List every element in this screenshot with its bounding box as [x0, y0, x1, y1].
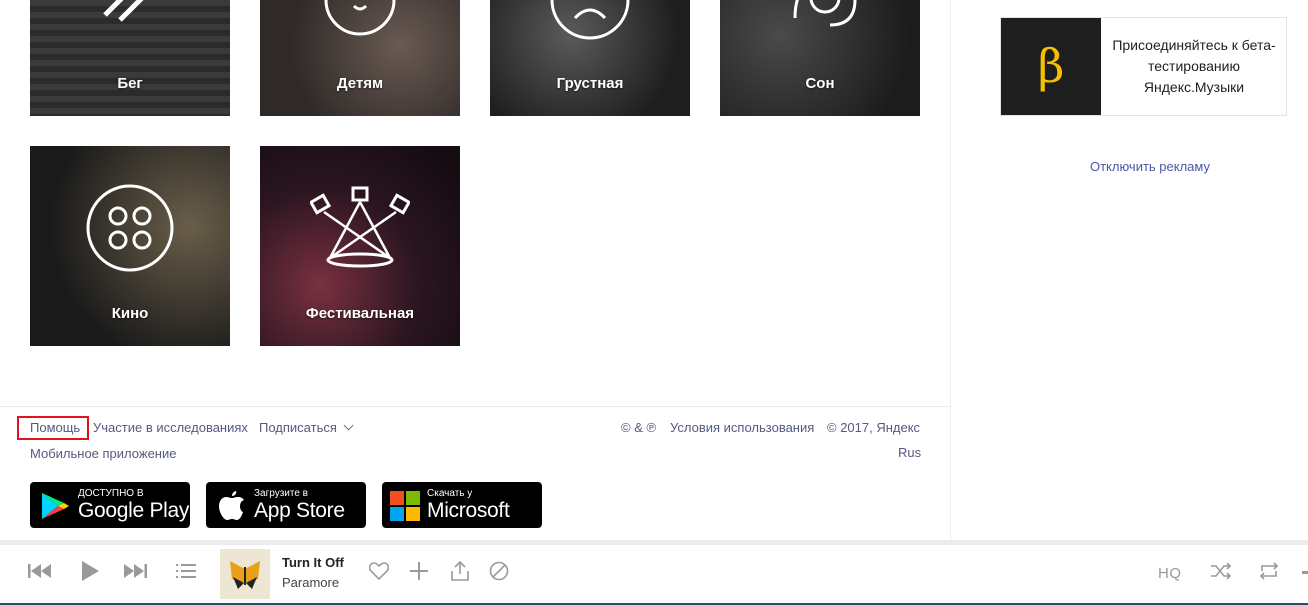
research-link[interactable]: Участие в исследованиях	[93, 420, 248, 435]
player-bar: Turn It Off Paramore HQ	[0, 545, 1308, 605]
plus-icon	[410, 562, 428, 580]
playlist-button[interactable]	[173, 558, 199, 584]
play-icon	[82, 561, 99, 581]
tile-label: Фестивальная	[305, 305, 415, 322]
heart-icon	[369, 562, 389, 580]
share-icon	[451, 561, 469, 581]
beta-banner-text: Присоединяйтесь к бета-тестированию Янде…	[1112, 37, 1276, 95]
share-button[interactable]	[447, 558, 473, 584]
mood-tile-festival[interactable]: Фестивальная	[260, 146, 460, 346]
copyright-rights-link[interactable]: © & ℗	[621, 420, 656, 435]
subscribe-dropdown[interactable]: Подписаться	[259, 420, 354, 435]
copyright-text: © 2017, Яндекс	[827, 420, 921, 435]
footer-divider	[0, 406, 950, 407]
disable-ads-link[interactable]: Отключить рекламу	[1000, 159, 1300, 174]
block-icon	[489, 561, 509, 581]
microsoft-name: Microsoft	[427, 499, 510, 522]
subscribe-label: Подписаться	[259, 420, 337, 435]
track-title[interactable]: Turn It Off	[282, 555, 344, 570]
help-link[interactable]: Помощь	[30, 420, 80, 435]
sad-face-icon	[550, 0, 630, 40]
tile-label: Бег	[117, 75, 143, 92]
spiral-icon	[793, 0, 857, 27]
shuffle-icon	[1211, 563, 1232, 579]
mood-tile-cinema[interactable]: Кино	[30, 146, 230, 346]
main-content: Бег Детям Грустная Сон Кино Фестивальная…	[0, 0, 950, 540]
repeat-button[interactable]	[1256, 558, 1282, 584]
add-to-playlist-button[interactable]	[406, 558, 432, 584]
mood-tile-sleep[interactable]: Сон	[720, 0, 920, 116]
film-reel-icon	[86, 184, 174, 272]
beta-testing-banner[interactable]: β Присоединяйтесь к бета-тестированию Ян…	[1000, 17, 1287, 116]
volume-control[interactable]	[1302, 571, 1308, 574]
butterfly-icon	[220, 549, 270, 599]
play-button[interactable]	[77, 558, 103, 584]
next-icon	[124, 564, 147, 578]
list-icon	[176, 564, 196, 578]
microsoft-logo-icon	[390, 491, 420, 521]
microsoft-caption: Скачать у	[427, 488, 473, 499]
tile-label: Грустная	[556, 75, 624, 92]
next-track-button[interactable]	[122, 558, 148, 584]
google-play-name: Google Play	[78, 499, 190, 522]
sidebar-divider	[950, 0, 951, 540]
mood-tile-sad[interactable]: Грустная	[490, 0, 690, 116]
google-play-caption: ДОСТУПНО В	[78, 488, 144, 499]
beta-logo-icon: β	[1001, 18, 1101, 115]
track-artist[interactable]: Paramore	[282, 575, 339, 590]
hq-toggle[interactable]: HQ	[1158, 565, 1182, 582]
mobile-app-link[interactable]: Мобильное приложение	[30, 446, 176, 461]
google-play-icon	[42, 493, 69, 519]
terms-link[interactable]: Условия использования	[670, 420, 814, 435]
microsoft-badge[interactable]: Скачать у Microsoft	[382, 482, 542, 528]
shuffle-button[interactable]	[1208, 558, 1234, 584]
like-button[interactable]	[366, 558, 392, 584]
app-store-name: App Store	[254, 499, 345, 522]
previous-icon	[28, 564, 51, 578]
tile-label: Сон	[805, 75, 835, 92]
tile-label: Детям	[336, 75, 384, 92]
google-play-badge[interactable]: ДОСТУПНО В Google Play	[30, 482, 190, 528]
bear-face-icon	[324, 0, 396, 36]
run-icon	[103, 0, 144, 22]
mood-tile-kids[interactable]: Детям	[260, 0, 460, 116]
stage-lights-icon	[310, 186, 410, 268]
previous-track-button[interactable]	[27, 558, 53, 584]
tile-label: Кино	[111, 305, 149, 322]
apple-icon	[219, 491, 244, 520]
app-store-caption: Загрузите в	[254, 488, 308, 499]
language-switch[interactable]: Rus	[898, 445, 921, 460]
chevron-down-icon	[343, 420, 354, 431]
block-button[interactable]	[486, 558, 512, 584]
repeat-icon	[1259, 562, 1279, 580]
page: Бег Детям Грустная Сон Кино Фестивальная…	[0, 0, 1308, 605]
mood-tile-run[interactable]: Бег	[30, 0, 230, 116]
album-cover[interactable]	[220, 549, 270, 599]
app-store-badge[interactable]: Загрузите в App Store	[206, 482, 366, 528]
